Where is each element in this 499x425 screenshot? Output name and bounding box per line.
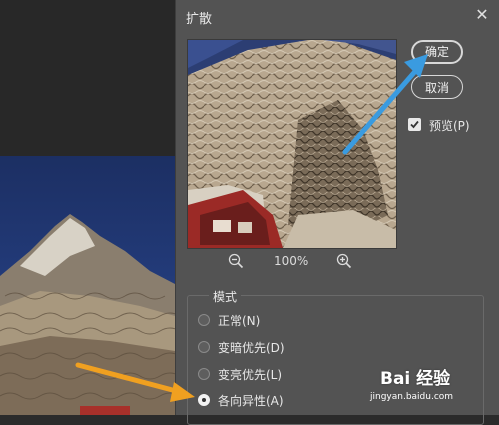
radio-label: 变亮优先(L) [218,368,283,382]
radio-button[interactable] [198,314,210,326]
zoom-level: 100% [274,254,309,268]
preview-checkbox[interactable] [408,118,421,131]
dialog-titlebar: 扩散 ✕ [176,0,499,32]
radio-label: 正常(N) [218,314,261,328]
radio-label: 各向异性(A) [218,394,284,408]
diffuse-dialog: 扩散 ✕ 确定 取消 预览(P) 100% 模式 正常(N) 变暗优先(D) 变… [175,0,499,425]
zoom-in-icon[interactable] [336,253,352,269]
radio-button-selected[interactable] [198,394,210,406]
document-canvas-image [0,156,175,415]
radio-button[interactable] [198,368,210,380]
watermark-url: jingyan.baidu.com [370,392,454,402]
radio-button[interactable] [198,341,210,353]
watermark-logo: Bai 经验 [380,369,451,389]
zoom-out-icon[interactable] [228,253,244,269]
ok-button[interactable]: 确定 [411,40,463,64]
radio-label: 变暗优先(D) [218,341,285,355]
preview-label: 预览(P) [429,119,470,133]
cancel-button[interactable]: 取消 [411,75,463,99]
watermark: Bai 经验 jingyan.baidu.com [370,362,499,415]
close-icon[interactable]: ✕ [472,5,492,25]
checkmark-icon [410,120,419,129]
mode-group-title: 模式 [209,288,242,305]
dialog-title: 扩散 [186,12,213,27]
filter-preview[interactable] [187,39,397,249]
